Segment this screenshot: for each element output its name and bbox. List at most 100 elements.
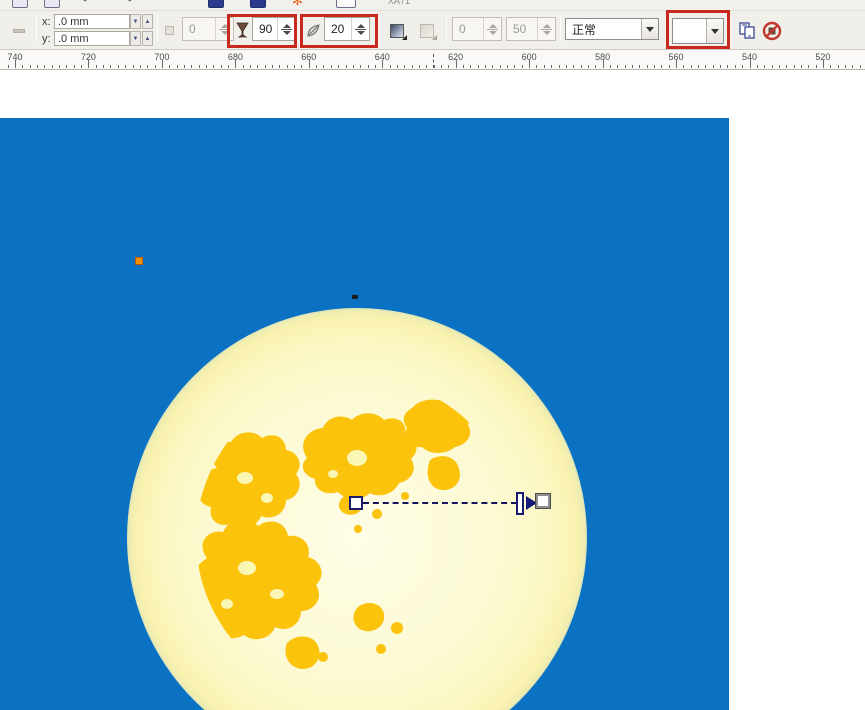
ruler-tick — [426, 65, 428, 68]
ruler-tick — [242, 65, 244, 68]
no-transparency-button[interactable] — [760, 19, 784, 43]
ruler-tick — [198, 65, 200, 68]
ruler-tick — [580, 65, 582, 68]
highlight-box-color-picker — [666, 10, 730, 49]
export-icon[interactable] — [250, 0, 266, 8]
ruler-tick — [404, 65, 406, 68]
import-icon[interactable] — [208, 0, 224, 8]
ruler-tick — [749, 60, 751, 68]
ruler-tick — [771, 65, 773, 68]
ruler-tick — [389, 65, 391, 68]
range-high-spinner[interactable]: 50 — [506, 17, 556, 41]
ruler-tick — [7, 65, 9, 68]
copy-transparency-button[interactable] — [735, 19, 759, 43]
range-low-spinner[interactable]: 0 — [452, 17, 502, 41]
ruler-tick — [15, 60, 16, 68]
ruler-tick — [778, 65, 780, 68]
ruler-tick — [529, 60, 531, 68]
ruler-tick — [683, 65, 685, 68]
ruler-tick — [183, 65, 185, 68]
ruler-tick — [161, 60, 163, 68]
horizontal-ruler[interactable]: 740 720 700 680 660 640 620 600 580 560 540 520 — [0, 50, 865, 70]
ruler-tick — [330, 65, 332, 68]
ruler-tick — [374, 65, 376, 68]
ruler-tick — [433, 65, 435, 68]
ruler-tick — [103, 65, 105, 68]
ruler-tick — [551, 65, 553, 68]
paste-icon[interactable] — [44, 0, 60, 8]
fountain-transparency-button[interactable] — [384, 19, 410, 43]
ruler-tick — [294, 65, 296, 68]
ruler-tick — [286, 65, 288, 68]
copy-icon[interactable] — [12, 0, 28, 8]
object-origin-marker[interactable] — [135, 257, 143, 265]
ruler-tick — [676, 60, 678, 68]
ruler-tick — [59, 65, 61, 68]
ruler-tick — [213, 65, 215, 68]
ruler-tick — [536, 65, 538, 68]
ruler-tick — [22, 65, 24, 68]
ruler-tick — [712, 65, 714, 68]
ruler-tick — [852, 65, 854, 68]
x-spin-up-button[interactable]: ▲ — [142, 14, 153, 29]
ruler-tick — [470, 65, 472, 68]
transparency-vector-line[interactable] — [363, 502, 517, 504]
dropdown-button[interactable] — [641, 19, 658, 39]
ruler-tick — [543, 65, 545, 68]
transparency-target-button[interactable] — [414, 19, 440, 43]
ruler-tick — [734, 65, 736, 68]
ruler-tick — [257, 65, 259, 68]
curve-node-marker[interactable] — [352, 295, 358, 299]
y-spin-down-button[interactable]: ▼ — [130, 31, 141, 46]
y-spin-up-button[interactable]: ▲ — [142, 31, 153, 46]
transparency-type-button[interactable] — [161, 22, 178, 39]
ruler-tick — [73, 65, 75, 68]
ruler-tick — [764, 65, 766, 68]
app-launcher-icon[interactable]: ✻ — [292, 0, 308, 9]
ruler-tick — [169, 65, 171, 68]
ruler-tick — [800, 65, 802, 68]
ruler-tick — [705, 65, 707, 68]
ruler-tick — [587, 65, 589, 68]
ruler-tick — [191, 65, 193, 68]
ruler-tick — [455, 60, 457, 68]
ruler-tick — [228, 65, 229, 68]
ruler-tick — [727, 65, 729, 68]
ruler-tick — [338, 65, 340, 68]
transparency-midpoint-slider[interactable] — [516, 492, 524, 515]
prohibited-icon — [762, 21, 782, 41]
redo-icon[interactable]: ↷ — [122, 0, 138, 8]
undo-icon[interactable]: ↶ — [82, 0, 98, 8]
transparency-end-handle[interactable] — [535, 493, 551, 509]
ruler-tick — [396, 65, 398, 68]
drawing-workspace[interactable] — [0, 71, 865, 710]
ruler-tick — [654, 65, 655, 68]
ruler-tick — [51, 65, 53, 68]
ruler-tick — [117, 65, 119, 68]
x-position-input[interactable]: .0 mm — [54, 14, 130, 29]
ruler-tick — [507, 65, 509, 68]
x-spin-down-button[interactable]: ▼ — [130, 14, 141, 29]
ruler-tick — [793, 65, 795, 68]
ruler-tick — [418, 65, 420, 68]
ruler-tick — [147, 65, 149, 68]
ruler-tick — [301, 65, 303, 68]
ruler-tick — [463, 65, 465, 68]
ruler-tick — [602, 60, 604, 68]
ruler-tick — [176, 65, 178, 68]
spinner-icon[interactable] — [537, 18, 555, 40]
merge-mode-dropdown[interactable]: 正常 — [565, 18, 659, 40]
ruler-tick — [646, 65, 648, 68]
ruler-tick — [558, 65, 560, 68]
corel-online-icon[interactable] — [336, 0, 356, 8]
y-position-input[interactable]: .0 mm — [54, 31, 130, 46]
ruler-tick — [205, 65, 207, 68]
flyout-arrow-icon — [432, 35, 437, 40]
ruler-tick — [859, 65, 861, 68]
transparency-start-handle[interactable] — [349, 496, 363, 510]
ruler-tick — [95, 65, 97, 68]
edit-transparency-button[interactable] — [6, 20, 32, 42]
highlight-box-feather — [300, 14, 378, 48]
ruler-tick — [323, 65, 325, 68]
spinner-icon[interactable] — [483, 18, 501, 40]
